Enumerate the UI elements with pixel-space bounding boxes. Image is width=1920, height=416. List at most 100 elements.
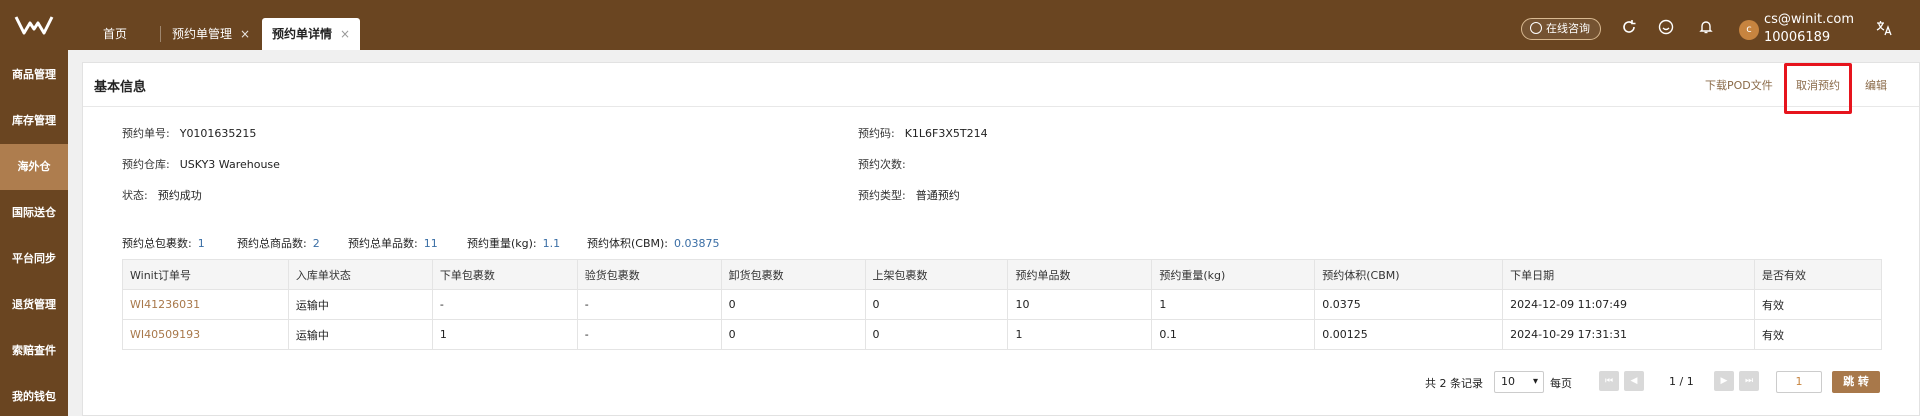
basic-info-panel: 基本信息 下载POD文件 取消预约 编辑 预约单号: Y0101635215 预约… <box>82 62 1920 416</box>
smile-icon[interactable] <box>1657 19 1675 37</box>
page-size-select[interactable]: 10 ▾ <box>1494 371 1544 393</box>
summary-label: 预约体积(CBM): <box>587 237 669 250</box>
page-info: 1 / 1 <box>1669 375 1694 388</box>
chevron-down-icon: ▾ <box>1532 376 1538 387</box>
go-to-page-button[interactable]: 跳 转 <box>1832 371 1880 393</box>
table-cell: - <box>576 319 722 350</box>
next-page-icon[interactable]: ▶ <box>1714 371 1734 391</box>
status-value: 预约成功 <box>157 189 202 202</box>
tab-home[interactable]: 首页 <box>103 18 127 50</box>
prev-page-icon[interactable]: ◀ <box>1624 371 1644 391</box>
total-records: 共 2 条记录 <box>1425 377 1483 390</box>
table-cell: 运输中 <box>287 289 433 320</box>
table-cell: 0.0375 <box>1314 289 1504 320</box>
column-header: 验货包裹数 <box>576 259 722 290</box>
summary-total-packages: 预约总包裹数: 1 <box>122 235 205 251</box>
summary-weight: 预约重量(kg): 1.1 <box>467 235 560 251</box>
table-cell: 0.00125 <box>1314 319 1504 350</box>
first-page-icon[interactable]: ⏮ <box>1599 371 1619 391</box>
column-header: 预约重量(kg) <box>1151 259 1316 290</box>
table-cell: 10 <box>1007 289 1153 320</box>
table-cell: 1 <box>431 319 578 350</box>
table-row: WI40509193 运输中 1 - 0 0 1 0.1 0.00125 202… <box>122 319 1882 350</box>
table-cell: - <box>576 289 722 320</box>
sidebar-item-returns[interactable]: 退货管理 <box>0 282 68 328</box>
status-row: 状态: 预约成功 <box>122 187 202 203</box>
code-value: K1L6F3X5T214 <box>904 127 988 140</box>
warehouse-label: 预约仓库: <box>122 158 170 171</box>
page-size-value: 10 <box>1501 375 1515 388</box>
sidebar-item-platform-sync[interactable]: 平台同步 <box>0 236 68 282</box>
summary-label: 预约总商品数: <box>237 237 307 250</box>
summary-label: 预约总包裹数: <box>122 237 192 250</box>
tab-divider <box>160 26 161 42</box>
tab-label: 预约单管理 <box>172 27 233 41</box>
panel-header: 基本信息 下载POD文件 取消预约 编辑 <box>83 63 1919 107</box>
page-number-input[interactable]: 1 <box>1776 371 1822 393</box>
sidebar: 商品管理 库存管理 海外仓 国际送仓 平台同步 退货管理 索赔查件 我的钱包 <box>0 50 68 416</box>
summary-value: 1.1 <box>542 237 561 250</box>
user-email[interactable]: cs@winit.com <box>1764 12 1854 27</box>
highlight-box <box>1784 63 1852 114</box>
warehouse-value: USKY3 Warehouse <box>179 158 280 171</box>
user-id: 10006189 <box>1764 30 1831 45</box>
panel-title: 基本信息 <box>94 80 147 95</box>
summary-value: 0.03875 <box>674 237 720 250</box>
top-bar: 首页 预约单管理 × 预约单详情 × 在线咨询 c cs@winit.com 100… <box>0 0 1920 50</box>
tab-appointment-detail[interactable]: 预约单详情 × <box>262 18 361 50</box>
order-no-value: Y0101635215 <box>179 127 257 140</box>
summary-value: 2 <box>312 237 320 250</box>
column-header: 是否有效 <box>1754 259 1882 290</box>
table-header-row: Winit订单号 入库单状态 下单包裹数 验货包裹数 卸货包裹数 上架包裹数 预… <box>122 259 1882 290</box>
column-header: Winit订单号 <box>122 259 289 290</box>
refresh-icon[interactable] <box>1620 19 1638 37</box>
summary-total-goods: 预约总商品数: 2 <box>237 235 320 251</box>
chat-icon <box>1530 22 1542 34</box>
download-pod-link[interactable]: 下载POD文件 <box>1705 77 1773 93</box>
table-cell: 1 <box>1151 289 1316 320</box>
column-header: 预约单品数 <box>1007 259 1153 290</box>
table-cell: 0 <box>864 319 1009 350</box>
column-header: 入库单状态 <box>287 259 433 290</box>
code-label: 预约码: <box>858 127 895 140</box>
sidebar-item-international-delivery[interactable]: 国际送仓 <box>0 190 68 236</box>
sidebar-item-products[interactable]: 商品管理 <box>0 52 68 98</box>
table-cell: 0 <box>720 289 866 320</box>
per-page-label: 每页 <box>1550 377 1572 390</box>
order-link[interactable]: WI41236031 <box>122 289 289 320</box>
edit-link[interactable]: 编辑 <box>1865 77 1887 93</box>
type-label: 预约类型: <box>858 189 906 202</box>
warehouse-row: 预约仓库: USKY3 Warehouse <box>122 156 280 172</box>
order-table: Winit订单号 入库单状态 下单包裹数 验货包裹数 卸货包裹数 上架包裹数 预… <box>122 259 1882 350</box>
avatar[interactable]: c <box>1739 20 1759 40</box>
sidebar-item-claims[interactable]: 索赔查件 <box>0 328 68 374</box>
table-cell: 有效 <box>1754 319 1882 350</box>
summary-value: 11 <box>423 237 438 250</box>
table-cell: 2024-12-09 11:07:49 <box>1502 289 1755 320</box>
status-label: 状态: <box>122 189 148 202</box>
sidebar-item-inventory[interactable]: 库存管理 <box>0 98 68 144</box>
close-icon[interactable]: × <box>240 27 250 41</box>
code-row: 预约码: K1L6F3X5T214 <box>858 125 988 141</box>
table-cell: 运输中 <box>287 319 433 350</box>
summary-volume: 预约体积(CBM): 0.03875 <box>587 235 720 251</box>
online-consult-button[interactable]: 在线咨询 <box>1521 18 1601 40</box>
tab-label: 预约单详情 <box>272 27 333 41</box>
close-icon[interactable]: × <box>340 27 350 41</box>
column-header: 下单包裹数 <box>431 259 578 290</box>
winit-logo[interactable] <box>14 14 54 36</box>
bell-icon[interactable] <box>1697 19 1715 37</box>
tab-appointment-management[interactable]: 预约单管理 × <box>172 18 250 50</box>
sidebar-item-overseas-warehouse[interactable]: 海外仓 <box>0 144 68 190</box>
type-value: 普通预约 <box>915 189 960 202</box>
last-page-icon[interactable]: ⏭ <box>1739 371 1759 391</box>
sidebar-item-wallet[interactable]: 我的钱包 <box>0 374 68 416</box>
table-cell: 1 <box>1007 319 1153 350</box>
translate-icon[interactable] <box>1875 19 1893 37</box>
table-cell: 0.1 <box>1151 319 1316 350</box>
table-row: WI41236031 运输中 - - 0 0 10 1 0.0375 2024-… <box>122 289 1882 320</box>
times-row: 预约次数: <box>858 156 916 172</box>
table-cell: 0 <box>864 289 1009 320</box>
column-header: 下单日期 <box>1502 259 1755 290</box>
order-link[interactable]: WI40509193 <box>122 319 289 350</box>
